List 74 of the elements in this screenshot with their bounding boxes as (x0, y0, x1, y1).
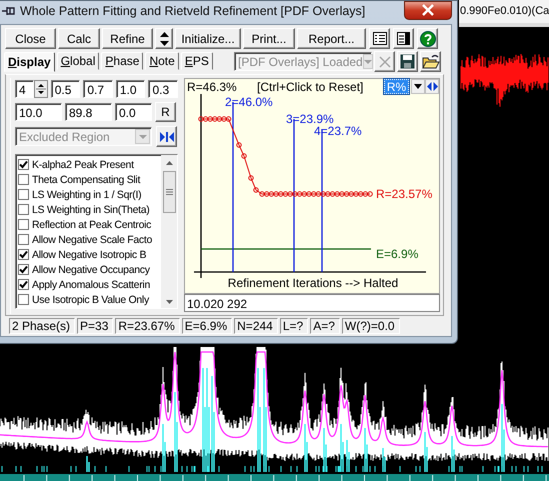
number-field[interactable]: 89.8 (65, 103, 112, 121)
save-button[interactable] (397, 51, 418, 72)
option-checkbox[interactable]: Use Isotropic B Value Only (18, 292, 161, 307)
status-field: L=? (280, 318, 308, 334)
scroll-down-icon[interactable] (166, 300, 172, 304)
layout-button[interactable] (393, 28, 414, 49)
spin-field[interactable]: 4 (15, 80, 34, 98)
status-field: A=? (310, 318, 340, 334)
reset-hint: [Ctrl+Click to Reset] (257, 80, 364, 94)
status-field: E=6.9% (182, 318, 232, 334)
grip-icon (166, 189, 172, 195)
option-checkbox[interactable]: Allow Negative Isotropic B (18, 247, 161, 262)
status-field: 2 Phase(s) (9, 318, 76, 334)
status-field: R=23.67% (115, 318, 180, 334)
number-field[interactable]: 0.5 (50, 80, 80, 98)
scrollbar[interactable] (161, 155, 177, 308)
toolbar-button[interactable]: Calc (58, 28, 100, 49)
r-value-label: R=23.57% (376, 187, 432, 201)
marker-label: 3=23.9% (286, 112, 334, 126)
option-checkbox[interactable]: Theta Compensating Slit (18, 172, 161, 187)
option-checkbox[interactable]: Reflection at Peak Centroic (18, 217, 161, 232)
metric-selector[interactable]: R% (384, 79, 409, 94)
up-down-button[interactable] (155, 28, 173, 49)
number-field[interactable]: 1.0 (116, 80, 146, 98)
panel-icon (397, 32, 410, 45)
spinner-icon[interactable] (34, 80, 48, 98)
tab[interactable]: Note (145, 52, 179, 70)
tab[interactable]: Global (56, 52, 100, 70)
command-field[interactable]: 10.020 292 (184, 294, 440, 312)
option-checkbox[interactable]: LS Weighting in 1 / Sqr(I) (18, 187, 161, 202)
list-icon (372, 32, 386, 45)
number-field[interactable]: 0.0 (115, 103, 152, 121)
toolbar-button[interactable]: Print... (243, 28, 295, 49)
tab[interactable]: Phase (101, 52, 144, 70)
tab[interactable]: Display (4, 52, 55, 72)
tab[interactable]: EPS (180, 52, 213, 70)
open-button[interactable] (420, 51, 441, 72)
status-field: N=244 (234, 318, 278, 334)
number-field[interactable]: 0.7 (83, 80, 113, 98)
close-icon (378, 56, 390, 68)
help-button[interactable] (417, 28, 438, 49)
scroll-up-icon[interactable] (166, 161, 172, 165)
window-title: 0.990Fe0.010)(Ca (459, 0, 549, 27)
toolbar-button[interactable]: Initialize... (175, 28, 241, 49)
number-field[interactable]: 0.3 (148, 80, 178, 98)
e-value-label: E=6.9% (376, 247, 418, 261)
close-icon (421, 4, 435, 16)
number-field[interactable]: 10.0 (15, 103, 62, 121)
option-checkbox[interactable]: LS Weighting in Sin(Theta) (18, 202, 161, 217)
toolbar-button[interactable]: Report... (297, 28, 366, 49)
toolbar-button[interactable]: Refine (102, 28, 153, 49)
marker-label: 2=46.0% (225, 95, 273, 109)
r-button[interactable]: R (155, 102, 176, 122)
checkmark-icon (19, 160, 28, 169)
status-field: P=33 (77, 318, 114, 334)
status-field: W(?)=0.0 (342, 318, 400, 334)
up-down-icon (160, 32, 168, 46)
inward-arrows-icon (160, 132, 174, 142)
pin-icon (2, 5, 16, 17)
list-button[interactable] (369, 28, 390, 49)
option-checkbox[interactable]: Allow Negative Scale Facto (18, 232, 161, 247)
x-axis-label: Refinement Iterations --> Halted (228, 276, 398, 290)
left-right-arrows-icon[interactable] (425, 79, 439, 94)
option-checkbox[interactable]: Apply Anomalous Scatterin (18, 277, 161, 292)
option-checkbox[interactable]: Allow Negative Occupancy (18, 262, 161, 277)
help-icon (420, 30, 436, 46)
toolbar-button[interactable]: Close (5, 28, 56, 49)
start-r-label: R=46.3% (186, 80, 238, 94)
marker-label: 4=23.7% (314, 124, 362, 138)
window-title: Whole Pattern Fitting and Rietveld Refinement [PDF Overlays] (20, 4, 366, 18)
option-checkbox[interactable]: K-alpha2 Peak Present (18, 157, 161, 172)
close-button[interactable] (404, 0, 452, 20)
zoom-region-button[interactable] (156, 126, 177, 147)
open-folder-icon (422, 54, 440, 69)
